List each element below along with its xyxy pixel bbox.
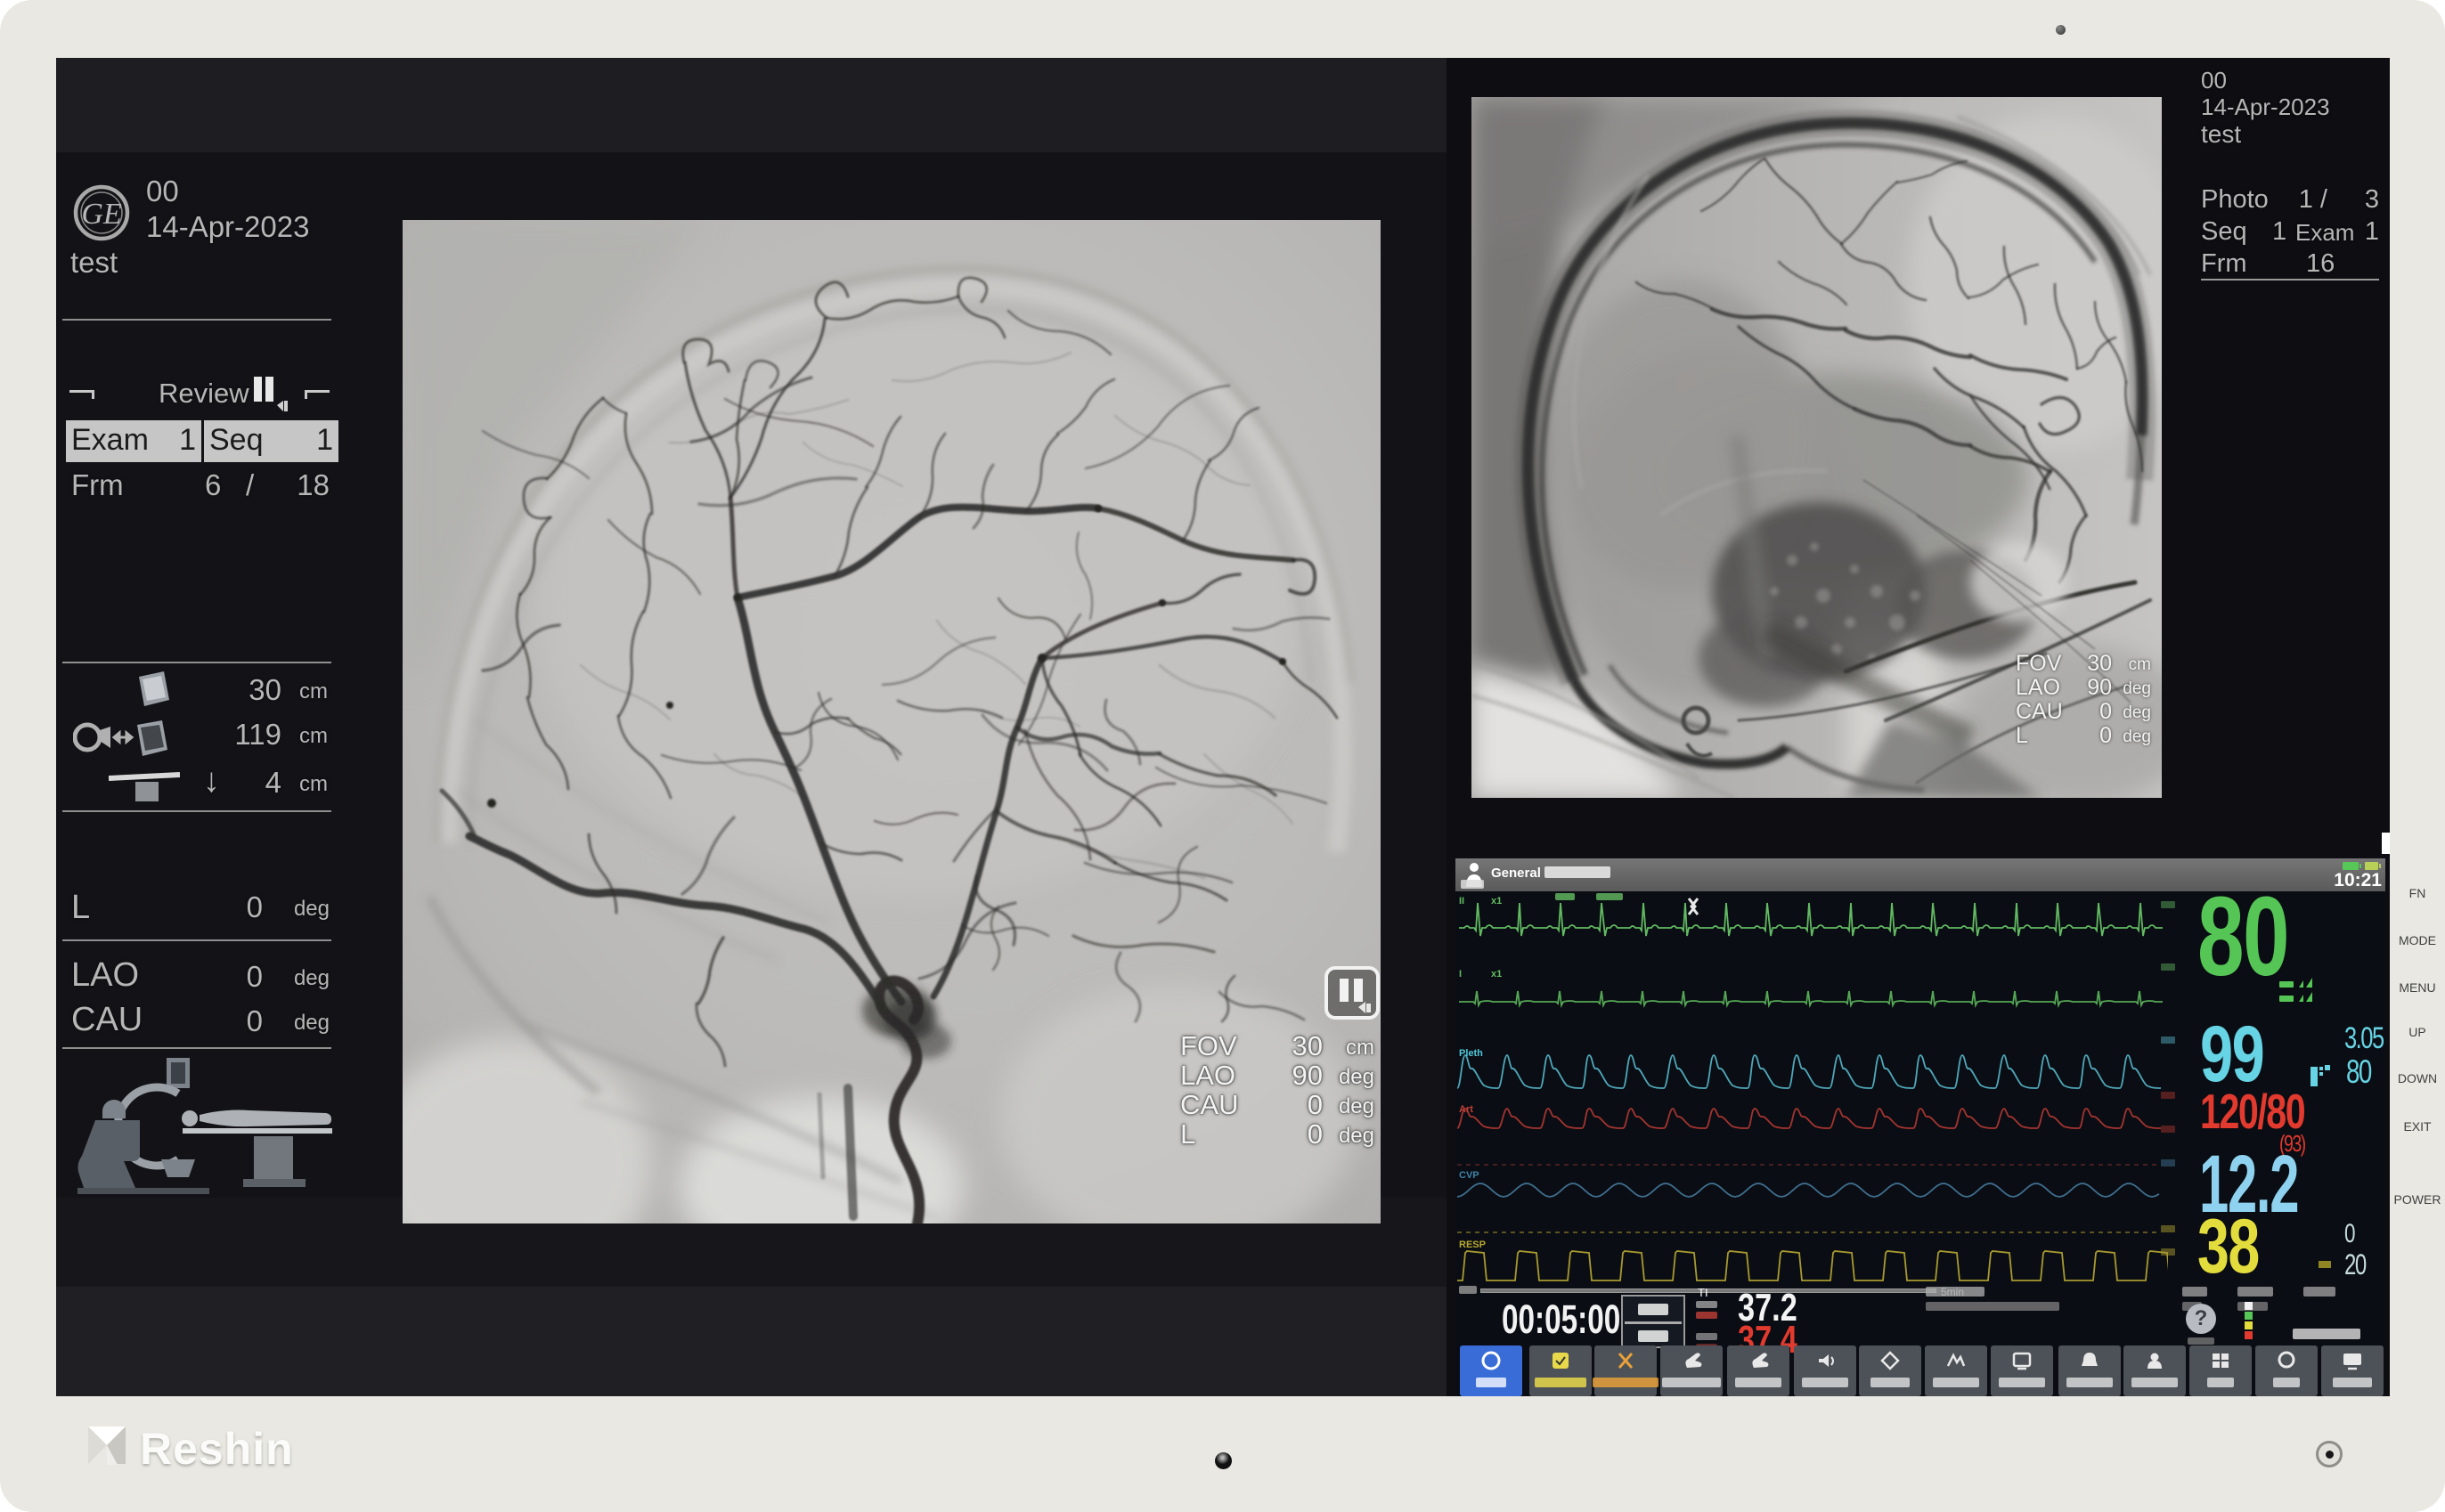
svg-text:Reshin: Reshin — [140, 1425, 294, 1474]
svg-text:I: I — [1459, 969, 1462, 980]
svg-text:Art: Art — [1459, 1104, 1473, 1115]
svg-text:CVP: CVP — [1459, 1170, 1479, 1181]
svg-text:RESP: RESP — [1459, 1240, 1486, 1250]
svg-text:GE: GE — [81, 198, 122, 231]
svg-text:II: II — [1459, 896, 1464, 906]
svg-text:Pleth: Pleth — [1459, 1048, 1483, 1059]
svg-text:x1: x1 — [1491, 896, 1502, 906]
svg-text:x1: x1 — [1491, 969, 1502, 980]
